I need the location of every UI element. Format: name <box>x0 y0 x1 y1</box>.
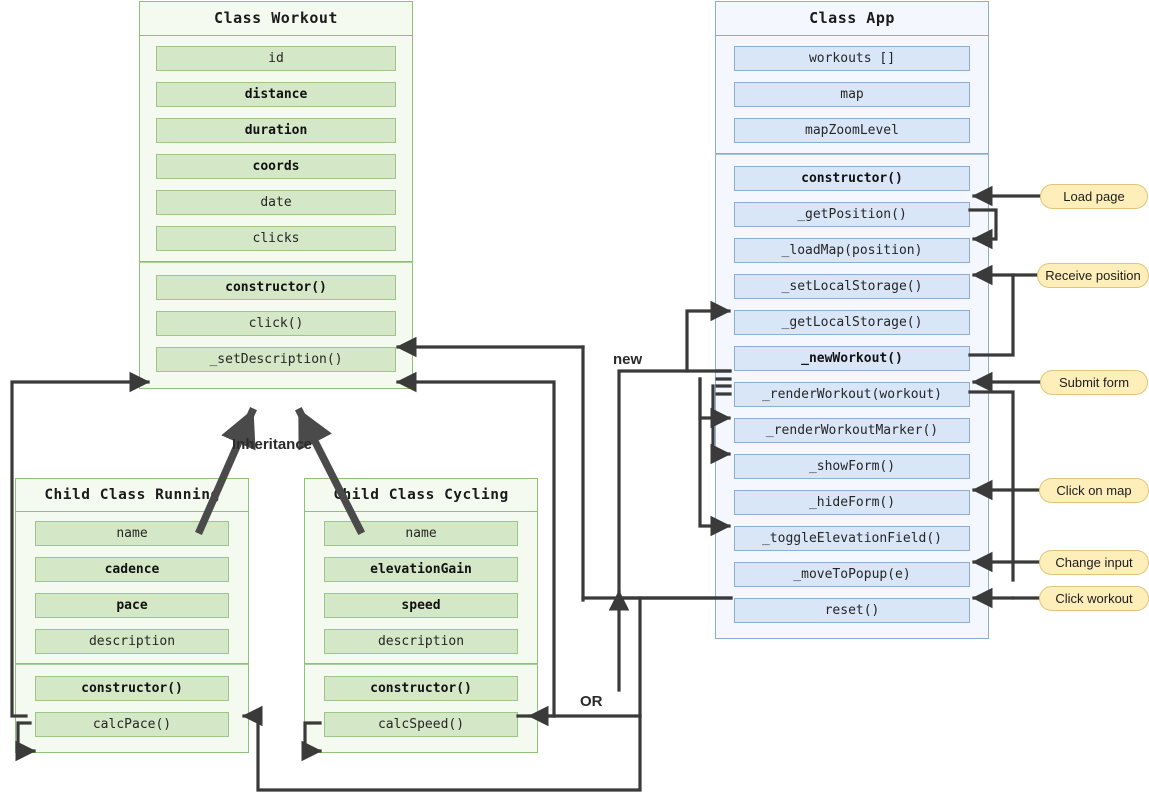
callout-load-page[interactable]: Load page <box>1040 184 1148 209</box>
method-row[interactable]: _showForm() <box>734 454 970 479</box>
callout-receive-position[interactable]: Receive position <box>1037 263 1149 288</box>
method-row[interactable]: _renderWorkoutMarker() <box>734 418 970 443</box>
method-row[interactable]: constructor() <box>324 676 518 701</box>
callout-change-input[interactable]: Change input <box>1039 550 1149 575</box>
method-row[interactable]: _getPosition() <box>734 202 970 227</box>
class-fields-app: workouts [] map mapZoomLevel <box>715 36 989 154</box>
method-row[interactable]: constructor() <box>734 166 970 191</box>
field-row[interactable]: mapZoomLevel <box>734 118 970 143</box>
class-methods-workout: constructor() click() _setDescription() <box>139 262 413 389</box>
field-row[interactable]: name <box>35 521 229 546</box>
method-row[interactable]: _setLocalStorage() <box>734 274 970 299</box>
class-title-workout: Class Workout <box>139 1 413 36</box>
field-row[interactable]: coords <box>156 154 396 179</box>
callout-click-workout[interactable]: Click workout <box>1039 586 1149 611</box>
field-row[interactable]: speed <box>324 593 518 618</box>
field-row[interactable]: pace <box>35 593 229 618</box>
link-new-vertical <box>617 369 732 602</box>
field-row[interactable]: cadence <box>35 557 229 582</box>
field-row[interactable]: date <box>156 190 396 215</box>
method-row[interactable]: _hideForm() <box>734 490 970 515</box>
field-row[interactable]: name <box>324 521 518 546</box>
class-title-cycling: Child Class Cycling <box>304 478 538 512</box>
field-row[interactable]: id <box>156 46 396 71</box>
field-row[interactable]: workouts [] <box>734 46 970 71</box>
field-row[interactable]: description <box>35 629 229 654</box>
field-row[interactable]: elevationGain <box>324 557 518 582</box>
class-box-cycling: Child Class Cycling name elevationGain s… <box>304 478 538 753</box>
method-row[interactable]: _renderWorkout(workout) <box>734 382 970 407</box>
class-box-app: Class App workouts [] map mapZoomLevel c… <box>715 1 989 639</box>
method-row[interactable]: _newWorkout() <box>734 346 970 371</box>
method-row[interactable]: constructor() <box>156 275 396 300</box>
field-row[interactable]: map <box>734 82 970 107</box>
method-row[interactable]: constructor() <box>35 676 229 701</box>
method-row[interactable]: reset() <box>734 598 970 623</box>
class-methods-running: constructor() calcPace() <box>15 664 249 753</box>
method-row[interactable]: click() <box>156 311 396 336</box>
class-fields-workout: id distance duration coords date clicks <box>139 36 413 262</box>
field-row[interactable]: clicks <box>156 226 396 251</box>
class-title-app: Class App <box>715 1 989 36</box>
label-inheritance: Inheritance <box>232 436 313 453</box>
label-new: new <box>613 351 643 368</box>
method-row[interactable]: _setDescription() <box>156 347 396 372</box>
callout-submit-form[interactable]: Submit form <box>1040 370 1148 395</box>
method-row[interactable]: _toggleElevationField() <box>734 526 970 551</box>
class-methods-cycling: constructor() calcSpeed() <box>304 664 538 753</box>
class-box-running: Child Class Running name cadence pace de… <box>15 478 249 753</box>
callout-click-on-map[interactable]: Click on map <box>1039 478 1149 503</box>
field-row[interactable]: description <box>324 629 518 654</box>
field-row[interactable]: distance <box>156 82 396 107</box>
class-box-workout: Class Workout id distance duration coord… <box>139 1 413 389</box>
method-row[interactable]: calcPace() <box>35 712 229 737</box>
method-row[interactable]: calcSpeed() <box>324 712 518 737</box>
class-fields-cycling: name elevationGain speed description <box>304 512 538 664</box>
class-fields-running: name cadence pace description <box>15 512 249 664</box>
diagram-canvas: Class Workout id distance duration coord… <box>0 0 1149 800</box>
class-title-running: Child Class Running <box>15 478 249 512</box>
class-methods-app: constructor() _getPosition() _loadMap(po… <box>715 154 989 639</box>
field-row[interactable]: duration <box>156 118 396 143</box>
method-row[interactable]: _getLocalStorage() <box>734 310 970 335</box>
method-row[interactable]: _loadMap(position) <box>734 238 970 263</box>
method-row[interactable]: _moveToPopup(e) <box>734 562 970 587</box>
label-or: OR <box>580 693 603 710</box>
